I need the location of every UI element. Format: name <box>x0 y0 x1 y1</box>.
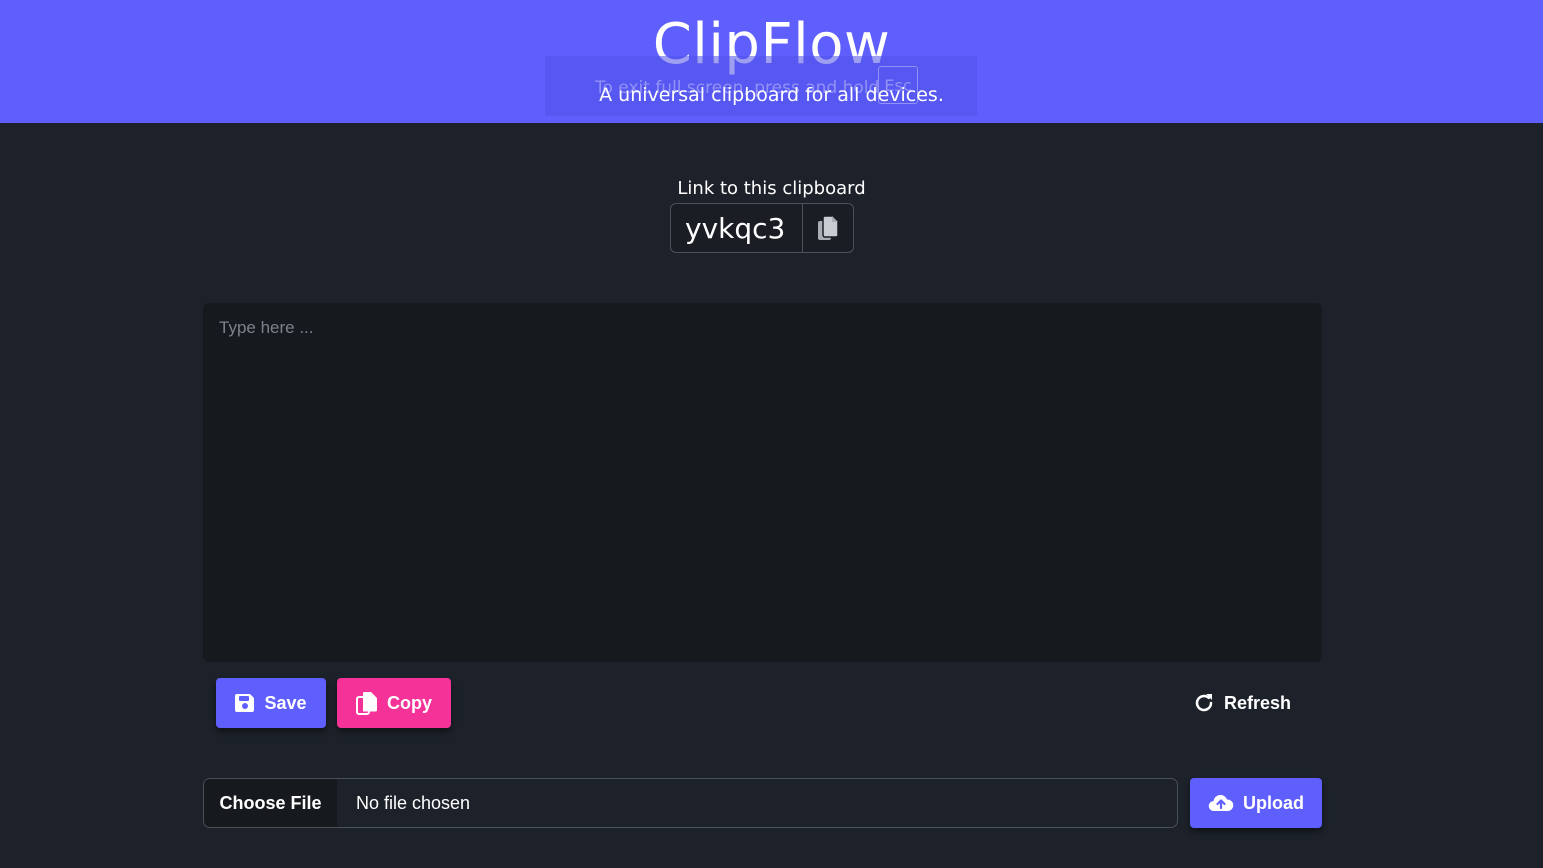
copy-link-button[interactable] <box>803 204 853 252</box>
copy-icon <box>817 215 839 241</box>
clipboard-text-area[interactable] <box>203 303 1322 662</box>
copy-button-label: Copy <box>387 692 432 713</box>
refresh-button-label: Refresh <box>1223 692 1292 713</box>
copy-icon <box>356 691 378 715</box>
clipboard-link-group: yvkqc3 <box>670 203 854 253</box>
app-header: ClipFlow To exit full screen, press and … <box>0 0 1543 123</box>
cloud-upload-icon <box>1208 793 1234 813</box>
file-status: No file chosen <box>356 792 471 813</box>
copy-button[interactable]: Copy <box>337 678 451 728</box>
upload-button[interactable]: Upload <box>1190 778 1322 828</box>
choose-file-button[interactable]: Choose File <box>204 779 337 827</box>
save-button-label: Save <box>264 692 307 713</box>
save-button[interactable]: Save <box>216 678 326 728</box>
floppy-disk-icon <box>235 693 255 713</box>
file-input[interactable]: Choose File No file chosen <box>203 778 1178 828</box>
clipboard-link-code[interactable]: yvkqc3 <box>671 204 803 252</box>
clipboard-link-label: Link to this clipboard <box>677 178 866 199</box>
upload-button-label: Upload <box>1243 792 1304 813</box>
refresh-button[interactable]: Refresh <box>1184 678 1300 728</box>
refresh-icon <box>1193 692 1215 714</box>
app-subtitle: A universal clipboard for all devices. <box>599 84 944 106</box>
